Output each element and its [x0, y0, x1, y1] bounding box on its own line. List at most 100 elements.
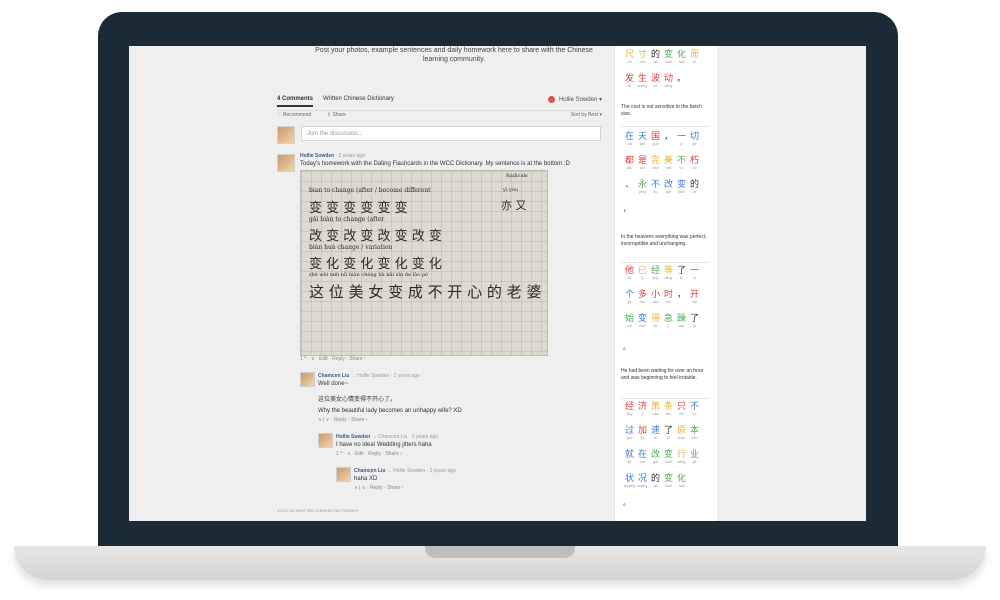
pinyin: shǐ: [627, 324, 632, 328]
character-cell[interactable]: 波 bō: [649, 74, 662, 89]
character-cell[interactable]: 就 jiù: [623, 450, 636, 465]
character-cell[interactable]: 时 shí: [662, 290, 675, 305]
character-cell[interactable]: 尺 chǐ: [623, 50, 636, 65]
character-cell[interactable]: 躁 zào: [675, 314, 688, 329]
share-button[interactable]: ⇪ Share: [327, 112, 346, 118]
character-cell[interactable]: 切 qiè: [688, 132, 701, 147]
character-cell[interactable]: 天 tiān: [636, 132, 649, 147]
reply-footer[interactable]: ∧ | ∨ · Reply · Share ›: [318, 417, 367, 423]
character-cell[interactable]: 不 bù: [688, 402, 701, 417]
character-cell[interactable]: 完 wán: [649, 156, 662, 171]
reply-to[interactable]: → Chamcen Liu: [372, 434, 408, 440]
character-cell[interactable]: 经 jīng: [649, 266, 662, 281]
tab-site[interactable]: Written Chinese Dictionary: [323, 96, 394, 105]
character-cell[interactable]: 他 tā: [623, 266, 636, 281]
sentence-row: 始 shǐ 变 biàn 得 dé 急 jí 躁 zào 了 le: [623, 314, 701, 329]
comment-footer[interactable]: 1 ^ · ∨ · Edit · Reply · Share ›: [300, 356, 366, 362]
character-cell[interactable]: 朽 xiǔ: [688, 156, 701, 171]
character-cell[interactable]: 变 biàn: [662, 450, 675, 465]
join-discussion-input[interactable]: Join the discussion...: [301, 126, 601, 141]
reply-time[interactable]: · 2 years ago: [391, 373, 420, 379]
reply-time[interactable]: · 2 years ago: [409, 434, 438, 440]
character-cell[interactable]: 改 gǎi: [662, 180, 675, 195]
character-cell[interactable]: 始 shǐ: [623, 314, 636, 329]
character-cell[interactable]: 状 zhuàng: [623, 474, 636, 489]
hanzi: 在: [624, 132, 634, 142]
character-cell[interactable]: 是 shì: [636, 156, 649, 171]
character-cell[interactable]: 而 ér: [688, 50, 701, 65]
character-cell[interactable]: 已 yǐ: [636, 266, 649, 281]
recommend-button[interactable]: ♡ Recommend: [277, 112, 311, 118]
character-cell[interactable]: 不 bù: [675, 156, 688, 171]
hanzi: 切: [689, 132, 699, 142]
character-cell[interactable]: 加 jiā: [636, 426, 649, 441]
character-cell[interactable]: 个 gè: [623, 290, 636, 305]
character-cell[interactable]: 小 xiǎo: [649, 290, 662, 305]
character-cell[interactable]: 只 zhǐ: [675, 402, 688, 417]
reply-time[interactable]: · 2 years ago: [427, 468, 456, 474]
character-cell[interactable]: 变 biàn: [675, 180, 688, 195]
character-cell[interactable]: ，: [675, 290, 688, 305]
character-cell[interactable]: 速 sù: [649, 426, 662, 441]
character-cell[interactable]: 行 háng: [675, 450, 688, 465]
character-cell[interactable]: 变 biàn: [662, 50, 675, 65]
character-cell[interactable]: 变 biàn: [636, 314, 649, 329]
character-cell[interactable]: 一 yī: [688, 266, 701, 281]
character-cell[interactable]: 的 de: [649, 50, 662, 65]
character-cell[interactable]: 急 jí: [662, 314, 675, 329]
character-cell[interactable]: 的 de: [649, 474, 662, 489]
character-cell[interactable]: 条 tiáo: [662, 402, 675, 417]
character-cell[interactable]: 都 dōu: [623, 156, 636, 171]
character-cell[interactable]: 寸 cùn: [636, 50, 649, 65]
comment-time[interactable]: · 2 years ago: [336, 153, 365, 159]
character-cell[interactable]: 开 kāi: [688, 290, 701, 305]
character-cell[interactable]: 济 jì: [636, 402, 649, 417]
hanzi: 加: [637, 426, 647, 436]
character-cell[interactable]: 在 zài: [623, 132, 636, 147]
character-cell[interactable]: 经 jīng: [623, 402, 636, 417]
character-cell[interactable]: 国 guó: [649, 132, 662, 147]
comment-author[interactable]: Hollie Sowden: [300, 153, 334, 159]
character-cell[interactable]: 了 le: [688, 314, 701, 329]
character-cell[interactable]: 美 měi: [662, 156, 675, 171]
character-cell[interactable]: 。: [675, 74, 688, 89]
reply-text: 这位美女心情变得不开心了。: [318, 397, 397, 403]
character-cell[interactable]: 等 děng: [662, 266, 675, 281]
character-cell[interactable]: 动 dòng: [662, 74, 675, 89]
tab-comments[interactable]: 4 Comments: [277, 96, 314, 107]
character-cell[interactable]: 多 duō: [636, 290, 649, 305]
character-cell[interactable]: 变 biàn: [662, 474, 675, 489]
character-cell[interactable]: 一 yī: [675, 132, 688, 147]
character-cell[interactable]: 改 gǎi: [649, 450, 662, 465]
character-cell[interactable]: 化 huà: [675, 474, 688, 489]
sort-dropdown[interactable]: Sort by Best ▾: [571, 112, 602, 118]
character-cell[interactable]: 萧 xiāo: [649, 402, 662, 417]
reply-author[interactable]: Hollie Sowden: [336, 434, 370, 440]
character-cell[interactable]: 原 yuán: [675, 426, 688, 441]
user-menu[interactable]: Hollie Sowden ▾: [548, 96, 602, 103]
character-cell[interactable]: 在 zài: [636, 450, 649, 465]
character-cell[interactable]: 不 bù: [649, 180, 662, 195]
hanzi: 化: [676, 50, 686, 60]
reply-to[interactable]: → Hollie Sowden: [387, 468, 425, 474]
character-cell[interactable]: 业 yè: [688, 450, 701, 465]
character-cell[interactable]: 生 shēng: [636, 74, 649, 89]
character-cell[interactable]: 本 běn: [688, 426, 701, 441]
character-cell[interactable]: 的 de: [688, 180, 701, 195]
reply-author[interactable]: Chamcen Liu: [354, 468, 385, 474]
character-cell[interactable]: 况 kuàng: [636, 474, 649, 489]
character-cell[interactable]: 化 huà: [675, 50, 688, 65]
character-cell[interactable]: 发 fā: [623, 74, 636, 89]
reply-author[interactable]: Chamcen Liu: [318, 373, 349, 379]
character-cell[interactable]: 了 le: [675, 266, 688, 281]
character-cell[interactable]: 永 yǒng: [636, 180, 649, 195]
character-cell[interactable]: 过 guò: [623, 426, 636, 441]
character-cell[interactable]: 了 le: [662, 426, 675, 441]
character-cell[interactable]: 得 dé: [649, 314, 662, 329]
reply-footer[interactable]: 1 ^ · ∨ · Edit · Reply · Share ›: [336, 451, 402, 457]
recommend-label: Recommend: [282, 112, 312, 118]
character-cell[interactable]: 、: [623, 180, 636, 195]
reply-to[interactable]: → Hollie Sowden: [351, 373, 389, 379]
reply-footer[interactable]: ∧ | ∨ · Reply · Share ›: [354, 485, 403, 491]
character-cell[interactable]: ，: [662, 132, 675, 147]
